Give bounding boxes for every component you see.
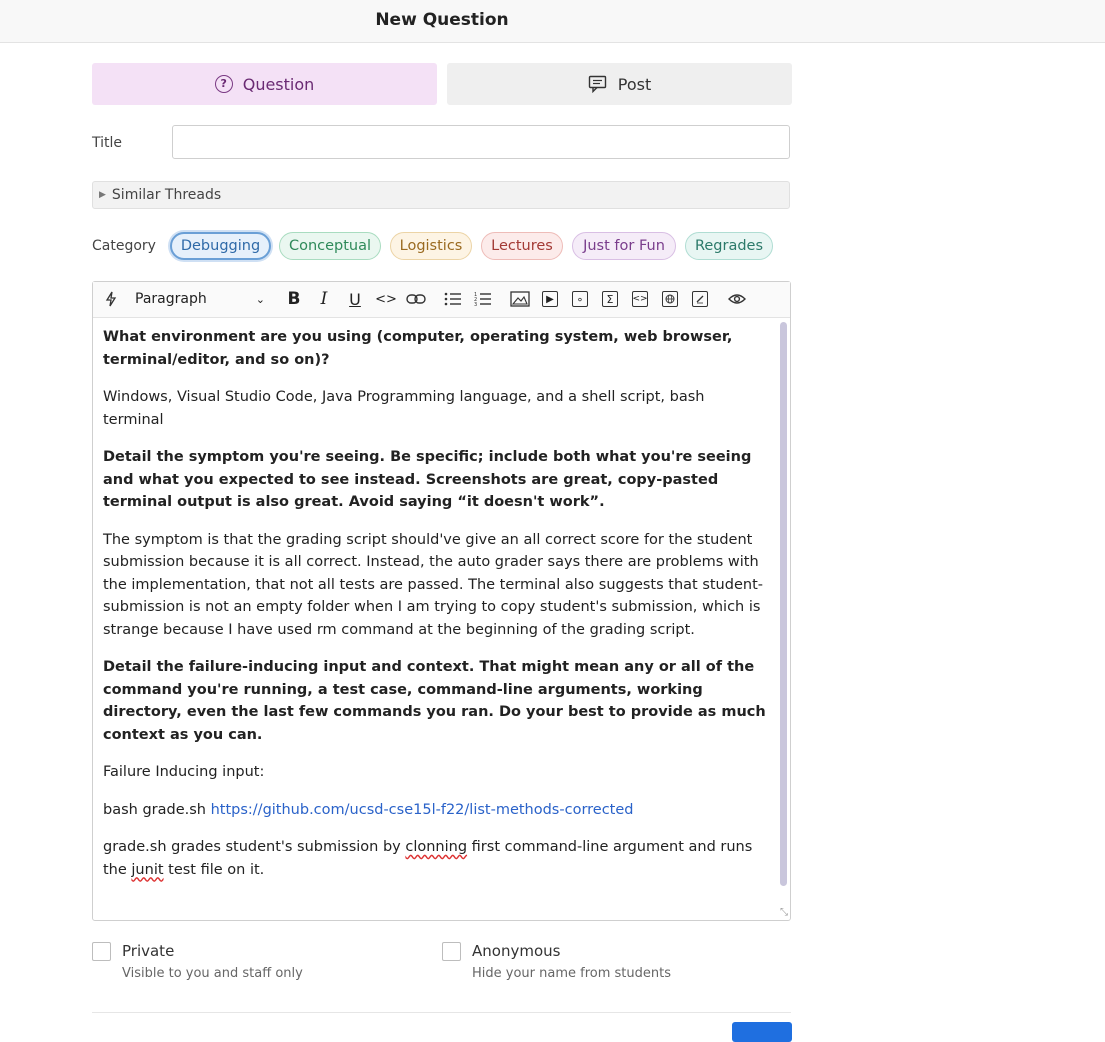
tab-question-label: Question [242, 74, 315, 94]
answer-description: grade.sh grades student's submission by … [103, 836, 769, 881]
category-chip-label: Just for Fun [583, 238, 665, 254]
attachment-icon[interactable]: ∘ [570, 289, 590, 309]
inline-code-icon[interactable]: <> [375, 289, 397, 309]
category-chip-label: Logistics [399, 238, 463, 254]
bullet-list-icon[interactable] [443, 289, 463, 309]
description-part3: test file on it. [163, 861, 265, 878]
answer-failure-heading: Failure Inducing input: [103, 764, 265, 780]
italic-icon[interactable]: I [317, 289, 331, 309]
private-label: Private [122, 942, 175, 960]
category-chip-label: Lectures [491, 238, 553, 254]
bold-icon[interactable]: B [285, 289, 303, 309]
underline-icon[interactable]: U [347, 289, 363, 309]
repo-link[interactable]: https://github.com/ucsd-cse15l-f22/list-… [211, 802, 634, 818]
category-chip-just-for-fun[interactable]: Just for Fun [572, 232, 676, 260]
tab-post[interactable]: Post [447, 63, 792, 105]
header-bar: New Question [0, 0, 1105, 43]
similar-threads-toggle[interactable]: ▶ Similar Threads [92, 181, 790, 209]
chevron-down-icon: ⌄ [255, 292, 265, 306]
anonymous-checkbox[interactable] [442, 942, 461, 961]
page-title: New Question [375, 10, 509, 30]
prompt-environment: What environment are you using (computer… [103, 329, 733, 368]
comment-icon [588, 75, 606, 93]
drawing-icon[interactable] [690, 289, 710, 309]
question-editor[interactable]: Paragraph ⌄ B I U <> 123 ▶ ∘ Σ <> What e… [92, 281, 791, 921]
math-icon[interactable]: Σ [600, 289, 620, 309]
prompt-symptom: Detail the symptom you're seeing. Be spe… [103, 449, 752, 510]
category-chip-label: Conceptual [288, 238, 372, 254]
anonymous-description: Hide your name from students [472, 966, 671, 981]
category-chip-debugging[interactable]: Debugging [170, 232, 271, 260]
tab-post-label: Post [617, 74, 652, 94]
numbered-list-icon[interactable]: 123 [473, 289, 493, 309]
misspelled-word[interactable]: clonning [405, 839, 467, 855]
title-label: Title [92, 135, 123, 151]
category-label: Category [92, 238, 156, 254]
private-description: Visible to you and staff only [122, 966, 303, 981]
title-input[interactable] [172, 125, 790, 159]
editor-scrollbar[interactable] [780, 322, 787, 886]
post-button[interactable] [732, 1022, 792, 1042]
command-prefix: bash grade.sh [103, 801, 211, 818]
footer-divider [92, 1012, 791, 1013]
answer-environment: Windows, Visual Studio Code, Java Progra… [103, 389, 705, 428]
paragraph-style-select[interactable]: Paragraph ⌄ [135, 289, 265, 309]
preview-icon[interactable] [727, 289, 747, 309]
link-icon[interactable] [406, 289, 426, 309]
lightning-icon[interactable] [103, 289, 119, 309]
category-chip-regrades[interactable]: Regrades [685, 232, 773, 260]
private-checkbox[interactable] [92, 942, 111, 961]
image-icon[interactable] [510, 289, 530, 309]
answer-symptom: The symptom is that the grading script s… [103, 531, 763, 638]
web-embed-icon[interactable] [660, 289, 680, 309]
category-chip-lectures[interactable]: Lectures [481, 232, 563, 260]
anonymous-label: Anonymous [472, 942, 561, 960]
prompt-failure-input: Detail the failure-inducing input and co… [103, 659, 766, 743]
command-line: bash grade.sh https://github.com/ucsd-cs… [103, 799, 769, 822]
category-chip-label: Regrades [694, 238, 764, 254]
resize-handle-icon[interactable]: ⤡ [780, 907, 788, 918]
category-chip-conceptual[interactable]: Conceptual [279, 232, 381, 260]
similar-threads-label: Similar Threads [111, 187, 222, 203]
code-block-icon[interactable]: <> [630, 289, 650, 309]
editor-content[interactable]: What environment are you using (computer… [103, 326, 769, 896]
category-chip-logistics[interactable]: Logistics [390, 232, 472, 260]
category-chip-label: Debugging [180, 238, 261, 254]
tab-question[interactable]: ? Question [92, 63, 437, 105]
editor-toolbar: Paragraph ⌄ B I U <> 123 ▶ ∘ Σ <> [93, 282, 790, 318]
paragraph-style-value: Paragraph [135, 291, 207, 307]
misspelled-word[interactable]: junit [131, 862, 163, 878]
question-circle-icon: ? [214, 75, 233, 93]
svg-text:3: 3 [474, 302, 477, 306]
description-part1: grade.sh grades student's submission by [103, 839, 406, 855]
video-icon[interactable]: ▶ [540, 289, 560, 309]
triangle-right-icon: ▶ [99, 190, 106, 200]
